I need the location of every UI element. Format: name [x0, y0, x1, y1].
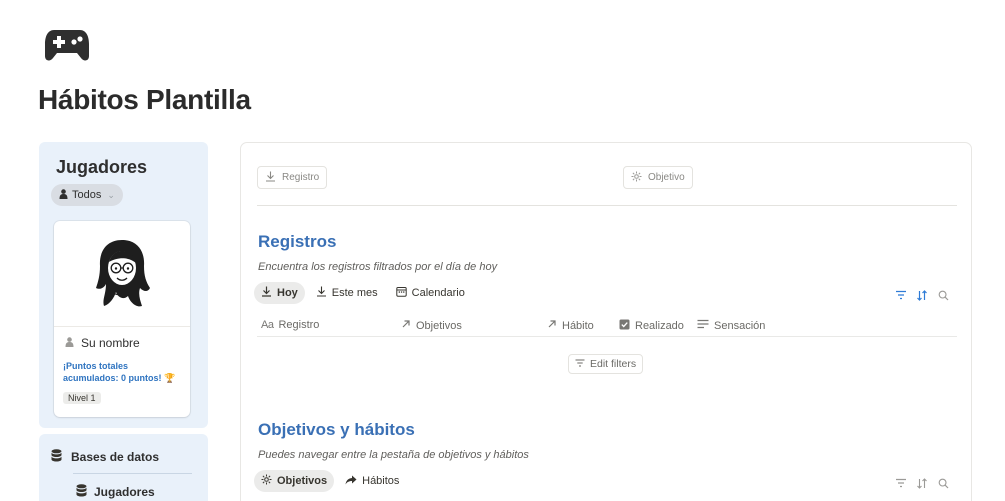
players-filter-label: Todos — [72, 189, 102, 201]
column-registro[interactable]: Aa Registro — [261, 319, 319, 331]
database-icon — [51, 449, 62, 465]
tab-objetivos-label: Objetivos — [277, 475, 328, 487]
download-icon — [316, 286, 327, 300]
column-label: Realizado — [635, 320, 684, 332]
column-label: Objetivos — [416, 319, 462, 332]
tab-este-mes[interactable]: Este mes — [309, 282, 385, 304]
person-icon — [59, 188, 68, 202]
players-filter-button[interactable]: Todos ⌄ — [51, 184, 123, 206]
database-icon — [76, 484, 87, 500]
new-objetivo-label: Objetivo — [648, 172, 685, 183]
calendar-icon — [395, 286, 407, 300]
column-habito[interactable]: Hábito — [547, 319, 594, 332]
column-sensacion[interactable]: Sensación — [697, 319, 765, 332]
objetivos-title: Objetivos y hábitos — [258, 420, 415, 439]
registros-title: Registros — [258, 232, 337, 251]
tab-calendario[interactable]: Calendario — [389, 282, 472, 304]
main-card: Registro Objetivo Registros Encuentra lo… — [240, 142, 972, 501]
database-link-jugadores[interactable]: Jugadores — [76, 484, 155, 500]
tab-habitos[interactable]: Hábitos — [338, 470, 406, 492]
filter-icon — [575, 358, 585, 370]
avatar — [54, 221, 190, 327]
sparkle-icon — [631, 171, 642, 185]
registros-toolbar — [895, 289, 949, 301]
registros-tabs: Hoy Este mes Calendario — [254, 282, 472, 304]
objetivos-description: Puedes navegar entre la pestaña de objet… — [258, 449, 529, 461]
divider — [257, 205, 957, 206]
database-link-label: Jugadores — [94, 485, 155, 499]
player-points: ¡Puntos totales acumulados: 0 puntos! 🏆 — [63, 361, 176, 383]
player-name: Su nombre — [65, 336, 181, 350]
player-name-label: Su nombre — [81, 336, 140, 350]
edit-filters-button[interactable]: Edit filters — [568, 354, 644, 374]
page-title: Hábitos Plantilla — [38, 84, 251, 115]
level-badge: Nivel 1 — [63, 392, 101, 404]
databases-title: Bases de datos — [51, 449, 159, 465]
registros-description: Encuentra los registros filtrados por el… — [258, 261, 498, 273]
table-header: Aa Registro Objetivos Hábito Realizado S… — [257, 319, 957, 337]
person-icon — [65, 336, 74, 350]
column-label: Registro — [278, 319, 320, 331]
text-property-icon: Aa — [261, 319, 274, 331]
tab-hoy-label: Hoy — [277, 287, 298, 299]
share-arrow-icon — [345, 475, 357, 488]
search-icon[interactable] — [937, 477, 949, 489]
players-title: Jugadores — [56, 157, 148, 177]
column-label: Sensación — [714, 319, 766, 332]
tab-hoy[interactable]: Hoy — [254, 282, 305, 304]
objetivos-toolbar — [895, 477, 949, 489]
databases-title-label: Bases de datos — [71, 450, 160, 464]
tab-calendario-label: Calendario — [411, 287, 465, 299]
download-icon — [261, 286, 272, 300]
filter-icon[interactable] — [895, 477, 907, 489]
sort-icon[interactable] — [916, 477, 928, 489]
player-card[interactable]: Su nombre ¡Puntos totales acumulados: 0 … — [54, 221, 190, 417]
players-panel: Jugadores Todos ⌄ Su nombre ¡Puntos tota… — [39, 142, 208, 428]
chevron-down-icon: ⌄ — [107, 189, 115, 200]
search-icon[interactable] — [937, 289, 949, 301]
objetivos-tabs: Objetivos Hábitos — [254, 470, 406, 492]
divider — [73, 473, 192, 474]
text-lines-icon — [697, 319, 709, 332]
tab-este-mes-label: Este mes — [331, 287, 378, 299]
column-label: Hábito — [562, 319, 594, 332]
sort-icon[interactable] — [916, 289, 928, 301]
databases-panel: Bases de datos Jugadores — [39, 434, 208, 501]
relation-arrow-icon — [547, 319, 557, 332]
column-realizado[interactable]: Realizado — [619, 319, 684, 333]
gamepad-icon[interactable] — [44, 28, 90, 62]
tab-habitos-label: Hábitos — [362, 475, 400, 487]
relation-arrow-icon — [401, 319, 411, 332]
sparkle-icon — [261, 474, 272, 488]
filter-icon[interactable] — [895, 289, 907, 301]
tab-objetivos[interactable]: Objetivos — [254, 470, 335, 492]
edit-filters-label: Edit filters — [590, 358, 637, 370]
new-registro-label: Registro — [282, 172, 320, 183]
column-objetivos[interactable]: Objetivos — [401, 319, 462, 332]
download-icon — [265, 171, 276, 185]
new-objetivo-button[interactable]: Objetivo — [623, 166, 693, 189]
checkbox-icon — [619, 319, 630, 333]
new-registro-button[interactable]: Registro — [257, 166, 328, 189]
